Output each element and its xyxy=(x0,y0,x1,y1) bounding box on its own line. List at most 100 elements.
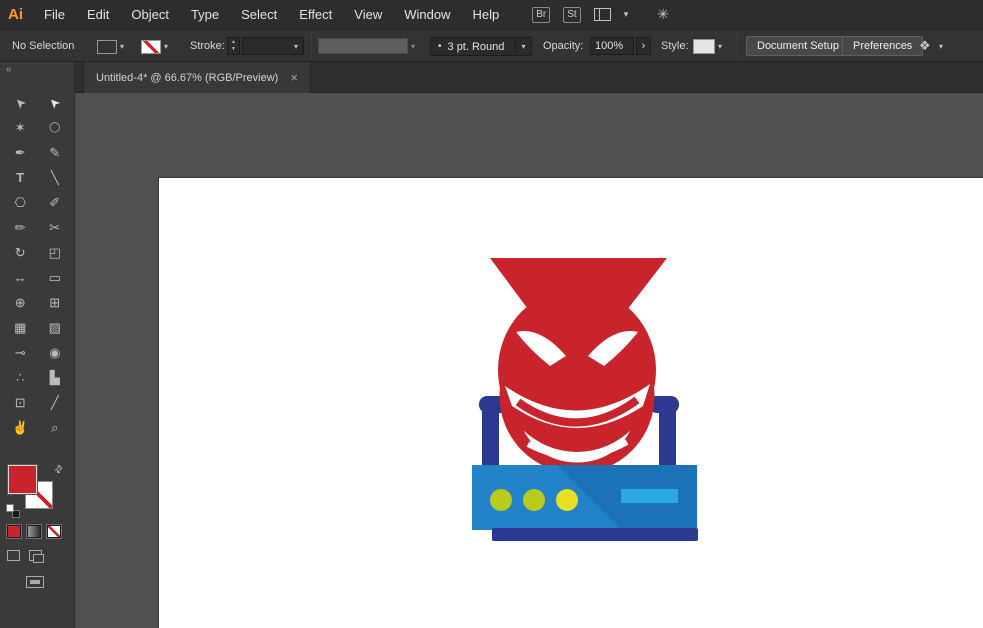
slice-tool-icon: ╱ xyxy=(50,394,59,410)
eyedropper-tool[interactable]: ⊸ xyxy=(7,342,34,363)
gradient-tool[interactable]: ▨ xyxy=(42,317,69,338)
menu-file[interactable]: File xyxy=(33,0,76,30)
menu-help[interactable]: Help xyxy=(461,0,510,30)
symbol-sprayer-tool-icon: ∴ xyxy=(16,369,25,385)
hand-tool[interactable]: ✌ xyxy=(7,417,34,438)
shape-builder-tool[interactable]: ⊕ xyxy=(7,292,34,313)
stroke-color-swatch[interactable] xyxy=(141,40,161,54)
tools-panel: « ➤ ➤ ✶ ◯ ✒ ✎ T ╲ ⎔ ✐ ✏ ✂ ↻ ◰ ↔ ▭ ⊕ ⊞ ▦ … xyxy=(0,62,75,628)
collapse-panel-icon[interactable]: « xyxy=(6,64,12,75)
magic-wand-tool[interactable]: ✶ xyxy=(7,117,34,138)
lasso-tool[interactable]: ◯ xyxy=(42,117,69,138)
canvas-area[interactable] xyxy=(75,93,983,628)
fill-caret-icon[interactable]: ▾ xyxy=(120,42,124,51)
draw-behind-button[interactable] xyxy=(29,550,44,563)
document-tab-title: Untitled-4* @ 66.67% (RGB/Preview) xyxy=(96,71,279,84)
swap-fill-stroke-icon[interactable]: ⇄ xyxy=(52,463,66,477)
color-mode-button[interactable] xyxy=(7,525,21,538)
router-port[interactable] xyxy=(621,489,678,503)
artboard-tool-icon: ⊡ xyxy=(14,394,26,410)
zoom-tool[interactable]: ⌕ xyxy=(42,417,69,438)
brush-preset-value: 3 pt. Round xyxy=(447,40,505,53)
style-swatch[interactable] xyxy=(693,39,715,54)
line-segment-tool-icon: ╲ xyxy=(50,169,59,185)
column-graph-tool[interactable]: ▙ xyxy=(42,367,69,388)
stroke-weight-stepper[interactable]: ▲ ▼ xyxy=(227,37,240,55)
curvature-tool[interactable]: ✎ xyxy=(42,142,69,163)
shape-builder-tool-icon: ⊕ xyxy=(14,294,26,310)
left-antenna-bar[interactable] xyxy=(482,402,499,472)
width-profile-dropdown[interactable] xyxy=(318,38,408,54)
preferences-button[interactable]: Preferences xyxy=(842,36,924,56)
stepper-down-icon[interactable]: ▼ xyxy=(231,46,236,53)
router-base-strip[interactable] xyxy=(492,528,698,541)
brush-caret-icon[interactable]: ▾ xyxy=(515,38,531,55)
stroke-weight-caret-icon[interactable]: ▾ xyxy=(294,42,298,51)
router-led-2[interactable] xyxy=(523,489,545,511)
rotate-tool[interactable]: ↻ xyxy=(7,242,34,263)
rectangle-tool[interactable]: ⎔ xyxy=(7,192,34,213)
brush-definition-dropdown[interactable]: • 3 pt. Round ▾ xyxy=(430,37,532,56)
symbol-sprayer-tool[interactable]: ∴ xyxy=(7,367,34,388)
gradient-mode-button[interactable] xyxy=(27,525,41,538)
separator xyxy=(311,33,312,59)
paintbrush-tool[interactable]: ✐ xyxy=(42,192,69,213)
menu-effect[interactable]: Effect xyxy=(288,0,343,30)
stock-icon[interactable]: St xyxy=(563,6,581,23)
stepper-up-icon[interactable]: ▲ xyxy=(231,39,236,46)
selection-tool[interactable]: ➤ xyxy=(7,92,34,113)
artboard-tool[interactable]: ⊡ xyxy=(7,392,34,413)
workspace-layout-icon[interactable] xyxy=(593,8,611,21)
pencil-tool[interactable]: ✏ xyxy=(7,217,34,238)
slice-tool[interactable]: ╱ xyxy=(42,392,69,413)
default-fill-stroke-icon[interactable] xyxy=(6,504,20,518)
opacity-expand-button[interactable]: › xyxy=(636,37,651,55)
fill-color-swatch[interactable] xyxy=(97,40,117,54)
workspace-switch-icon[interactable]: ❖ xyxy=(919,38,931,54)
illustrator-window: Ai File Edit Object Type Select Effect V… xyxy=(0,0,983,628)
curvature-tool-icon: ✎ xyxy=(49,144,61,160)
menu-object[interactable]: Object xyxy=(120,0,180,30)
document-tab[interactable]: Untitled-4* @ 66.67% (RGB/Preview) × xyxy=(83,62,311,93)
style-caret-icon[interactable]: ▾ xyxy=(718,42,722,51)
width-profile-caret-icon[interactable]: ▾ xyxy=(411,42,415,51)
perspective-grid-tool[interactable]: ⊞ xyxy=(42,292,69,313)
workspace-caret-icon[interactable]: ▾ xyxy=(624,9,629,20)
draw-normal-button[interactable] xyxy=(7,550,20,561)
screen-mode-button[interactable] xyxy=(26,576,44,588)
tab-close-icon[interactable]: × xyxy=(290,70,298,85)
opacity-input[interactable]: 100% xyxy=(590,37,634,55)
scale-tool-icon: ◰ xyxy=(48,244,61,260)
line-segment-tool[interactable]: ╲ xyxy=(42,167,69,188)
menu-select[interactable]: Select xyxy=(230,0,288,30)
direct-selection-tool[interactable]: ➤ xyxy=(42,92,69,113)
bridge-icon[interactable]: Br xyxy=(532,6,551,23)
mesh-tool[interactable]: ▦ xyxy=(7,317,34,338)
free-transform-tool[interactable]: ▭ xyxy=(42,267,69,288)
scale-tool[interactable]: ◰ xyxy=(42,242,69,263)
fill-indicator-swatch[interactable] xyxy=(9,466,36,493)
menu-window[interactable]: Window xyxy=(393,0,461,30)
workspace-switch-caret-icon[interactable]: ▾ xyxy=(939,42,943,51)
gradient-tool-icon: ▨ xyxy=(48,319,61,335)
hand-tool-icon: ✌ xyxy=(12,419,29,435)
document-setup-button[interactable]: Document Setup xyxy=(746,36,850,56)
menu-bar: Ai File Edit Object Type Select Effect V… xyxy=(0,0,983,30)
brush-preview-icon: • xyxy=(438,41,442,52)
pen-tool[interactable]: ✒ xyxy=(7,142,34,163)
menu-view[interactable]: View xyxy=(343,0,393,30)
stroke-caret-icon[interactable]: ▾ xyxy=(164,42,168,51)
none-mode-button[interactable] xyxy=(47,525,61,538)
router-led-3[interactable] xyxy=(556,489,578,511)
width-tool[interactable]: ↔ xyxy=(7,267,34,288)
router-led-1[interactable] xyxy=(490,489,512,511)
pen-tool-icon: ✒ xyxy=(14,144,26,160)
scissors-tool[interactable]: ✂ xyxy=(42,217,69,238)
type-tool[interactable]: T xyxy=(7,167,34,188)
right-antenna-bar[interactable] xyxy=(659,402,676,472)
menu-edit[interactable]: Edit xyxy=(76,0,120,30)
blend-tool[interactable]: ◉ xyxy=(42,342,69,363)
sync-status-icon[interactable]: ✳ xyxy=(657,6,669,23)
menu-type[interactable]: Type xyxy=(180,0,230,30)
blend-tool-icon: ◉ xyxy=(49,344,61,360)
